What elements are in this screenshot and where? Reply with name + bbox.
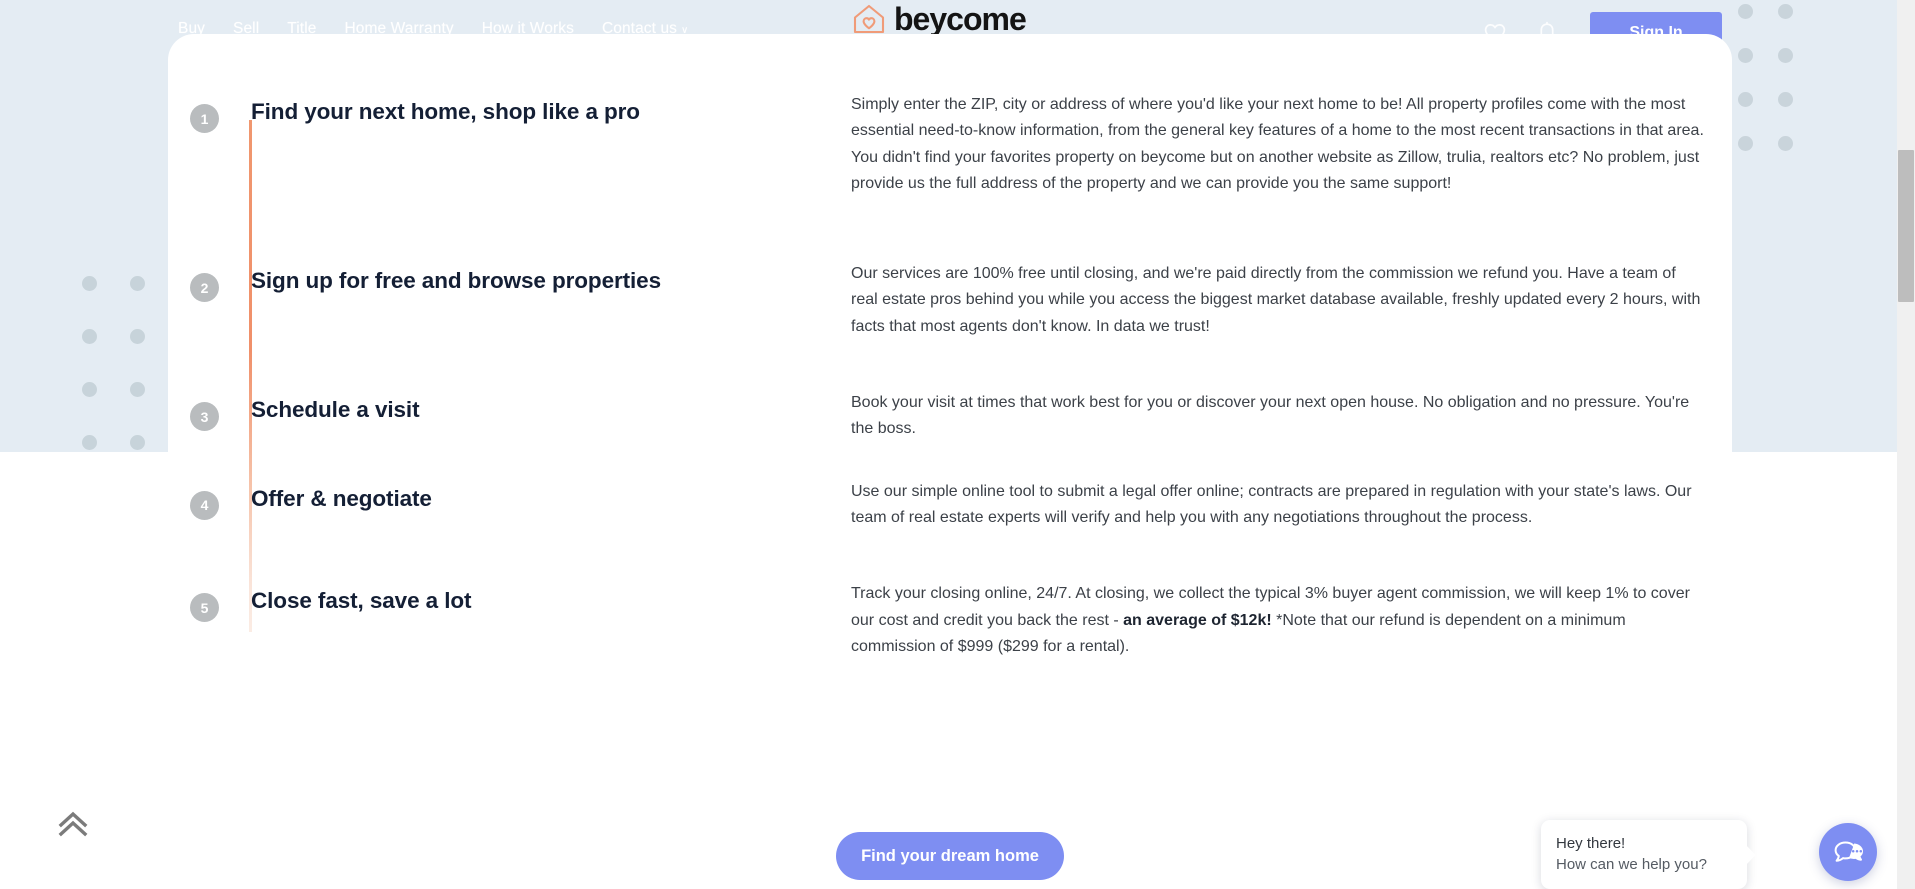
step-number-badge: 1	[190, 104, 219, 133]
step-title: Offer & negotiate	[251, 485, 432, 511]
cta-container: Find your dream home	[168, 832, 1732, 880]
decorative-dot-grid-left	[82, 276, 178, 488]
timeline-step: 4 Offer & negotiate Use our simple onlin…	[168, 483, 1732, 532]
timeline-step: 1 Find your next home, shop like a pro S…	[168, 96, 1732, 197]
scroll-to-top-button[interactable]	[52, 806, 94, 848]
step-description: Book your visit at times that work best …	[851, 394, 1690, 438]
chat-launcher-button[interactable]	[1819, 823, 1877, 881]
step-title: Sign up for free and browse properties	[251, 268, 662, 294]
brand-logo[interactable]: beycome	[852, 1, 1027, 37]
step-number-badge: 4	[190, 490, 219, 520]
vertical-scrollbar-track[interactable]	[1897, 0, 1915, 889]
vertical-scrollbar-thumb[interactable]	[1898, 150, 1914, 302]
page-root: Buy Sell Title Home Warranty How it Work…	[0, 0, 1915, 889]
how-it-works-card: 1 Find your next home, shop like a pro S…	[168, 34, 1732, 889]
timeline-step: 2 Sign up for free and browse properties…	[168, 265, 1732, 340]
step-title: Schedule a visit	[251, 397, 420, 423]
step-description: Our services are 100% free until closing…	[851, 265, 1701, 335]
step-description: Track your closing online, 24/7. At clos…	[851, 585, 1690, 655]
step-number-badge: 5	[190, 593, 219, 623]
step-number-badge: 3	[190, 402, 219, 432]
chat-greeting-line: Hey there!	[1556, 835, 1626, 852]
step-number-badge: 2	[190, 273, 219, 303]
chat-greeting-bubble[interactable]: Hey there! How can we help you?	[1541, 820, 1747, 889]
step-title: Close fast, save a lot	[251, 588, 472, 614]
brand-name: beycome	[894, 1, 1027, 37]
step-title: Find your next home, shop like a pro	[251, 99, 640, 124]
steps-timeline: 1 Find your next home, shop like a pro S…	[168, 34, 1732, 660]
find-your-dream-home-button[interactable]: Find your dream home	[836, 832, 1064, 880]
double-chevron-up-icon	[58, 811, 88, 837]
timeline-step: 5 Close fast, save a lot Track your clos…	[168, 585, 1732, 660]
step-description: Use our simple online tool to submit a l…	[851, 482, 1692, 526]
chat-prompt-line: How can we help you?	[1556, 856, 1707, 873]
chat-bubbles-icon	[1834, 841, 1863, 862]
step-description: Simply enter the ZIP, city or address of…	[851, 96, 1704, 192]
house-heart-logo-icon	[853, 4, 885, 34]
timeline-step: 3 Schedule a visit Book your visit at ti…	[168, 394, 1732, 443]
